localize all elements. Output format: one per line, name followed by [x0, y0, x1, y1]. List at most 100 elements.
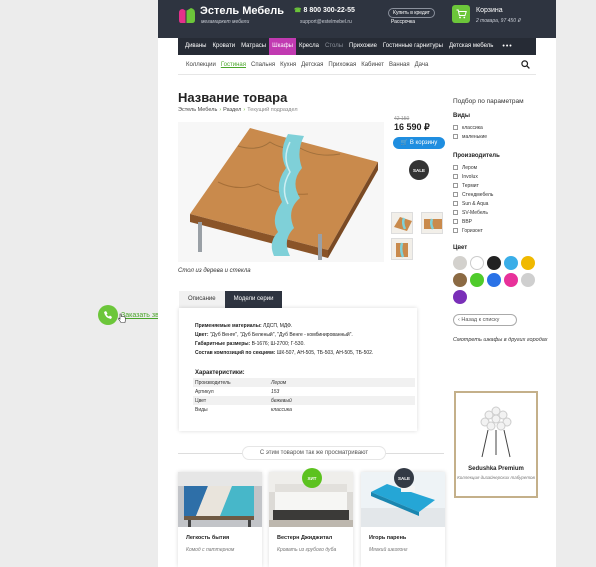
nav-item-divans[interactable]: Диваны [182, 38, 210, 55]
sale-badge: SALE [409, 160, 429, 180]
nav-item-armchairs[interactable]: Кресла [296, 38, 322, 55]
checkbox-box[interactable] [453, 165, 458, 170]
checkbox-box[interactable] [453, 228, 458, 233]
checkbox-maker[interactable]: Горизонт [453, 226, 548, 235]
more-icon[interactable]: ••• [502, 43, 512, 50]
subnav-hallway[interactable]: Прихожая [328, 62, 356, 68]
back-to-list-button[interactable]: ‹ Назад к списку [453, 314, 517, 326]
subnav-bedroom[interactable]: Спальня [251, 62, 275, 68]
checkbox-box[interactable] [453, 210, 458, 215]
checkbox-box[interactable] [453, 201, 458, 206]
search-icon[interactable] [521, 60, 530, 69]
image-caption: Стол из дерева и стекла [178, 268, 251, 274]
subnav-living-room[interactable]: Гостиная [221, 62, 246, 68]
checkbox-classic[interactable]: классика [453, 123, 548, 132]
color-swatch[interactable] [487, 256, 501, 270]
color-swatch[interactable] [453, 273, 467, 287]
subnav-kids[interactable]: Детская [301, 62, 323, 68]
filter-types: классика маленькие [453, 123, 548, 141]
nav-item-mattresses[interactable]: Матрасы [238, 38, 269, 55]
tab-series-models[interactable]: Модели серии [224, 291, 283, 308]
logo-title[interactable]: Эстель Мебель [200, 5, 284, 17]
phone-icon[interactable] [98, 305, 118, 325]
credit-button[interactable]: Купить в кредит [388, 8, 435, 18]
product-main-image[interactable] [178, 122, 384, 262]
checkbox-maker[interactable]: BBP [453, 217, 548, 226]
add-to-cart-button[interactable]: 🛒 В корзину [393, 137, 445, 149]
breadcrumb-home[interactable]: Эстель Мебель [178, 107, 217, 113]
phone-number[interactable]: ☎ 8 800 300-22-55 [294, 7, 355, 14]
color-swatch[interactable] [453, 256, 467, 270]
filter-makers-title: Производитель [453, 153, 500, 159]
also-viewed-heading: С этим товаром так же просматривают [178, 446, 444, 460]
subnav-dacha[interactable]: Дача [415, 62, 429, 68]
breadcrumb-separator: › [243, 107, 246, 113]
filter-types-title: Виды [453, 113, 470, 119]
thumbnail-1[interactable] [391, 212, 413, 234]
card-title[interactable]: Легкость бытия [186, 535, 262, 541]
subnav-office[interactable]: Кабинет [361, 62, 384, 68]
phone-small-icon: ☎ [294, 8, 302, 14]
filter-sidebar: Подбор по параметрам Виды классика мален… [453, 98, 548, 344]
checkbox-box[interactable] [453, 192, 458, 197]
promo-banner[interactable]: Sedushka Premium Коллекция дизайнерских … [454, 391, 538, 498]
main-nav: Диваны Кровати Матрасы Шкафы Кресла Стол… [178, 38, 536, 55]
table-row: Артикул 153 [195, 388, 280, 395]
color-swatch[interactable] [487, 273, 501, 287]
checkbox-box[interactable] [453, 125, 458, 130]
nav-item-hallways[interactable]: Прихожие [346, 38, 380, 55]
cart-title[interactable]: Корзина [476, 7, 503, 14]
logo-icon[interactable] [177, 7, 198, 25]
checkbox-box[interactable] [453, 174, 458, 179]
desc-dimensions: Габаритные размеры: В-1676; Ш-2700; Г-53… [195, 341, 305, 347]
nav-item-living-sets[interactable]: Гостинные гарнитуры [380, 38, 446, 55]
other-cities-link[interactable]: Смотреть шкафы в других городах [453, 336, 548, 344]
card-subtitle: Мягкий шезлонг [369, 547, 408, 553]
logo-subtitle: мегамаркет мебели [201, 19, 250, 25]
product-tabs: Описание Модели серии [179, 291, 283, 308]
product-card[interactable]: Игорь парень Мягкий шезлонг SALE [361, 468, 445, 567]
card-title[interactable]: Игорь парень [369, 535, 445, 541]
installment-link[interactable]: Рассрочка [391, 19, 415, 25]
color-swatch[interactable] [504, 256, 518, 270]
phone-text: 8 800 300-22-55 [303, 7, 355, 14]
color-swatch[interactable] [504, 273, 518, 287]
product-card[interactable]: Вестерн Джиджитал Кровать из грубого дуб… [269, 468, 353, 567]
product-card[interactable]: Легкость бытия Комод с паттерном [178, 472, 262, 567]
card-image[interactable] [178, 472, 262, 527]
checkbox-small[interactable]: маленькие [453, 132, 548, 141]
checkbox-box[interactable] [453, 183, 458, 188]
checkbox-maker[interactable]: SV-Мебель [453, 208, 548, 217]
checkbox-maker[interactable]: Лером [453, 163, 548, 172]
nav-item-beds[interactable]: Кровати [210, 38, 239, 55]
checkbox-maker[interactable]: Sun & Aqua [453, 199, 548, 208]
checkbox-maker[interactable]: Стендмебель [453, 190, 548, 199]
thumbnail-2[interactable] [421, 212, 443, 234]
checkbox-box[interactable] [453, 219, 458, 224]
nav-item-kids[interactable]: Детская мебель [446, 38, 496, 55]
color-swatch[interactable] [470, 256, 484, 270]
color-swatch[interactable] [521, 256, 535, 270]
subnav-kitchen[interactable]: Кухня [280, 62, 296, 68]
filter-color-title: Цвет [453, 245, 468, 251]
breadcrumb-section[interactable]: Раздел [223, 107, 241, 113]
subnav-collections[interactable]: Коллекции [186, 62, 216, 68]
color-swatch[interactable] [470, 273, 484, 287]
breadcrumb: Эстель Мебель › Раздел › Текущий подраздел [178, 107, 298, 113]
subnav-bathroom[interactable]: Ванная [389, 62, 410, 68]
color-swatch[interactable] [453, 290, 467, 304]
card-title[interactable]: Вестерн Джиджитал [277, 535, 353, 541]
nav-item-tables[interactable]: Столы [322, 38, 346, 55]
characteristics-table: Производитель Лером Артикул 153 Цвет бежевы… [193, 378, 415, 414]
support-email[interactable]: support@estelmebel.ru [300, 19, 352, 25]
tab-description[interactable]: Описание [179, 291, 225, 308]
cart-icon[interactable] [452, 5, 470, 23]
checkbox-maker[interactable]: Involux [453, 172, 548, 181]
sale-badge: SALE [394, 468, 414, 488]
nav-item-wardrobes[interactable]: Шкафы [269, 38, 296, 55]
color-swatch[interactable] [521, 273, 535, 287]
thumbnail-3[interactable] [391, 238, 413, 260]
checkbox-box[interactable] [453, 134, 458, 139]
checkbox-maker[interactable]: Термит [453, 181, 548, 190]
promo-title[interactable]: Sedushka Premium [456, 466, 536, 472]
